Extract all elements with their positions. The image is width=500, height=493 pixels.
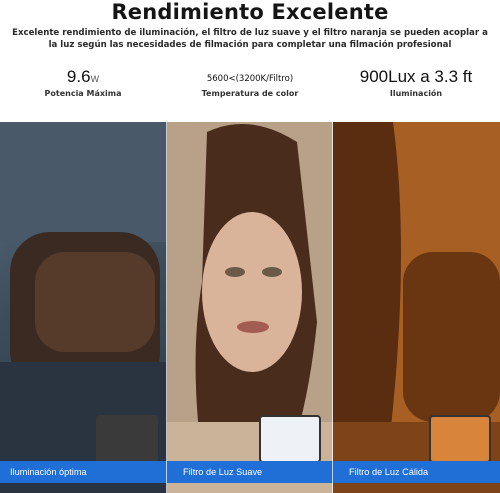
page-title: Rendimiento Excelente	[111, 0, 389, 24]
spec-color-temperature-value: 5600<(3200K/Filtro)	[206, 74, 294, 84]
caption-warm-filter: Filtro de Luz Cálida	[333, 461, 500, 483]
specs-row: 9.6W Potencia Máxima 5600<(3200K/Filtro)…	[0, 66, 500, 106]
spec-power-value: 9.6	[66, 67, 91, 86]
led-panel-soft-filter-icon	[259, 415, 321, 463]
comparison-strip: Iluminación óptima Filtro de Luz Suave F…	[0, 122, 500, 493]
spec-illumination-label: Iluminación	[389, 89, 443, 98]
spec-illumination: 900Lux a 3.3 ft Iluminación	[333, 66, 499, 98]
led-panel-lamp-icon	[96, 415, 158, 463]
panel-warm-filter: Filtro de Luz Cálida	[333, 122, 500, 493]
spec-power-label: Potencia Máxima	[44, 89, 122, 98]
panel-soft-filter: Filtro de Luz Suave	[167, 122, 333, 493]
caption-soft-filter: Filtro de Luz Suave	[167, 461, 333, 483]
spec-power-unit: W	[90, 74, 100, 84]
spec-power: 9.6W Potencia Máxima	[0, 66, 166, 98]
panel-optimal-lighting: Iluminación óptima	[0, 122, 167, 493]
spec-color-temperature: 5600<(3200K/Filtro) Temperatura de color	[167, 66, 333, 98]
spec-illumination-value: 900Lux a 3.3 ft	[359, 67, 473, 86]
spec-color-temperature-label: Temperatura de color	[201, 89, 299, 98]
panel-divider	[166, 122, 167, 493]
page-subtitle: Excelente rendimiento de iluminación, el…	[12, 28, 488, 50]
panel-divider	[332, 122, 333, 493]
caption-optimal-lighting: Iluminación óptima	[0, 461, 167, 483]
led-panel-warm-filter-icon	[429, 415, 491, 463]
